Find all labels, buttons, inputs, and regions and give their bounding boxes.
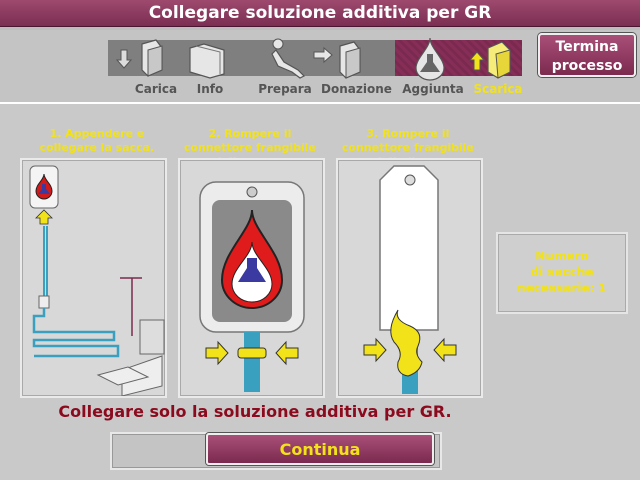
terminate-process-button[interactable]: Termina processo bbox=[538, 33, 636, 77]
illustration-hang-bag bbox=[20, 158, 167, 398]
step-label-info: Info bbox=[196, 82, 224, 96]
instruction-message: Collegare solo la soluzione additiva per… bbox=[58, 402, 452, 421]
additive-flask-icon bbox=[410, 36, 450, 82]
step-label-aggiunta: Aggiunta bbox=[402, 82, 464, 96]
donor-icon bbox=[264, 36, 312, 82]
window-title: Collegare soluzione additiva per GR bbox=[0, 0, 640, 27]
instruction-step-1: 1. Appendere e collegare la sacca. bbox=[39, 127, 155, 154]
step-label-scarica: Scarica bbox=[473, 82, 523, 96]
load-icon bbox=[112, 36, 172, 82]
donation-machine-icon bbox=[334, 36, 374, 82]
illustration-break-line-connector bbox=[336, 158, 483, 398]
step-label-prepara: Prepara bbox=[258, 82, 312, 96]
illustration-break-bag-connector bbox=[178, 158, 325, 398]
step-label-donazione: Donazione bbox=[321, 82, 392, 96]
continue-button[interactable]: Continua bbox=[206, 433, 434, 465]
bags-required-info: Numero di sacche necessarie: 1 bbox=[496, 232, 628, 314]
folder-icon bbox=[184, 36, 230, 82]
unload-icon bbox=[466, 36, 518, 82]
arrow-right-icon bbox=[312, 46, 334, 64]
